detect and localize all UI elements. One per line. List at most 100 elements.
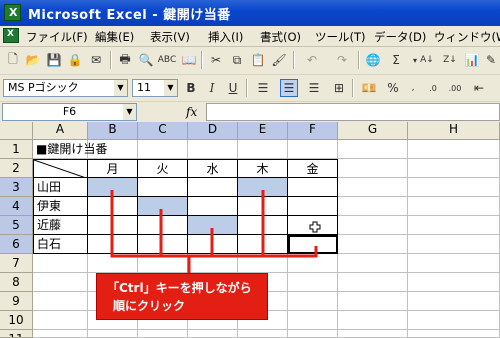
grid-cell[interactable] xyxy=(408,197,500,216)
row-header-4[interactable]: 4 xyxy=(0,197,33,216)
cell-f3[interactable] xyxy=(288,178,338,197)
cell-name-ito[interactable]: 伊東 xyxy=(33,197,88,216)
chevron-down-icon[interactable]: ▼ xyxy=(114,80,127,96)
cell-a1-title[interactable]: ■鍵開け当番 xyxy=(33,140,238,159)
underline-button[interactable]: U xyxy=(224,79,242,97)
font-size-select[interactable]: 11 ▼ xyxy=(132,79,178,97)
cell-a2-diagonal[interactable] xyxy=(33,159,88,178)
grid-cell[interactable] xyxy=(288,292,338,311)
grid-cell[interactable] xyxy=(338,140,408,159)
row-header-1[interactable]: 1 xyxy=(0,140,33,159)
column-header-h[interactable]: H xyxy=(408,122,500,140)
decrease-indent-icon[interactable]: ⇤ xyxy=(470,79,488,97)
print-preview-icon[interactable]: 🔍 xyxy=(137,51,155,69)
cell-e4[interactable] xyxy=(238,197,288,216)
align-left-icon[interactable]: ☰ xyxy=(254,79,272,97)
grid-cell[interactable] xyxy=(408,235,500,254)
column-header-c[interactable]: C xyxy=(138,122,188,140)
cell-d5-selected[interactable] xyxy=(188,216,238,235)
grid-cell[interactable] xyxy=(33,311,88,330)
fx-icon[interactable]: fx xyxy=(186,105,197,119)
italic-button[interactable]: I xyxy=(203,79,221,97)
column-header-d[interactable]: D xyxy=(188,122,238,140)
workbook-icon[interactable]: X xyxy=(3,28,19,43)
row-header-8[interactable]: 8 xyxy=(0,273,33,292)
cell-d3[interactable] xyxy=(188,178,238,197)
grid-cell[interactable] xyxy=(288,311,338,330)
chevron-down-icon[interactable]: ▼ xyxy=(164,80,177,96)
grid-cell[interactable] xyxy=(338,311,408,330)
autosum-icon[interactable]: Σ xyxy=(387,51,405,69)
cell-name-yamada[interactable]: 山田 xyxy=(33,178,88,197)
grid-cell[interactable] xyxy=(138,254,188,273)
grid-cell[interactable] xyxy=(408,273,500,292)
grid-cell[interactable] xyxy=(408,216,500,235)
grid-cell[interactable] xyxy=(338,197,408,216)
open-icon[interactable]: 📂 xyxy=(24,51,42,69)
grid-cell[interactable] xyxy=(408,311,500,330)
decrease-decimal-icon[interactable]: .00 xyxy=(446,79,464,97)
grid-cell[interactable] xyxy=(33,292,88,311)
row-header-6[interactable]: 6 xyxy=(0,235,33,254)
grid-cell[interactable] xyxy=(408,292,500,311)
menu-edit[interactable]: 編集(E) xyxy=(95,29,134,45)
grid-cell[interactable] xyxy=(408,178,500,197)
cell-name-kondo[interactable]: 近藤 xyxy=(33,216,88,235)
grid-cell[interactable] xyxy=(338,216,408,235)
grid-cell[interactable] xyxy=(408,254,500,273)
column-header-e[interactable]: E xyxy=(238,122,288,140)
font-name-select[interactable]: MS Pゴシック ▼ xyxy=(3,79,128,97)
undo-icon[interactable]: ↶ xyxy=(303,51,321,69)
row-header-5[interactable]: 5 xyxy=(0,216,33,235)
cell-day-mon[interactable]: 月 xyxy=(88,159,138,178)
format-painter-icon[interactable]: 🖌 xyxy=(270,51,288,69)
grid-cell[interactable] xyxy=(338,273,408,292)
grid-cell[interactable] xyxy=(33,254,88,273)
row-header-2[interactable]: 2 xyxy=(0,159,33,178)
cell-d4[interactable] xyxy=(188,197,238,216)
permission-icon[interactable]: 🔒 xyxy=(66,51,84,69)
cell-day-tue[interactable]: 火 xyxy=(138,159,188,178)
cell-b5[interactable] xyxy=(88,216,138,235)
new-icon[interactable]: 🗋 xyxy=(4,51,22,69)
grid-cell[interactable] xyxy=(288,140,338,159)
cell-e3-selected[interactable] xyxy=(238,178,288,197)
cell-day-thu[interactable]: 木 xyxy=(238,159,288,178)
column-header-a[interactable]: A xyxy=(33,122,88,140)
comma-style-icon[interactable]: , xyxy=(404,79,422,97)
copy-icon[interactable]: ⧉ xyxy=(228,51,246,69)
grid-cell[interactable] xyxy=(338,254,408,273)
menu-view[interactable]: 表示(V) xyxy=(150,29,190,45)
grid-cell[interactable] xyxy=(33,273,88,292)
currency-style-icon[interactable]: 💴 xyxy=(360,79,378,97)
cell-c3[interactable] xyxy=(138,178,188,197)
menu-format[interactable]: 書式(O) xyxy=(260,29,301,45)
grid-cell[interactable] xyxy=(408,140,500,159)
print-icon[interactable]: 🖶 xyxy=(116,51,134,69)
row-header-7[interactable]: 7 xyxy=(0,254,33,273)
grid-cell[interactable] xyxy=(238,254,288,273)
cell-c6[interactable] xyxy=(138,235,188,254)
paste-icon[interactable]: 📋 xyxy=(249,51,267,69)
menu-window[interactable]: ウィンドウ(W) xyxy=(434,29,500,45)
cell-f5[interactable] xyxy=(288,216,338,235)
increase-decimal-icon[interactable]: .0 xyxy=(424,79,442,97)
chevron-down-icon[interactable]: ▼ xyxy=(123,104,136,120)
column-header-b[interactable]: B xyxy=(88,122,138,140)
save-icon[interactable]: 💾 xyxy=(45,51,63,69)
email-icon[interactable]: ✉ xyxy=(87,51,105,69)
menu-data[interactable]: データ(D) xyxy=(374,29,426,45)
cell-c4-selected[interactable] xyxy=(138,197,188,216)
cell-day-wed[interactable]: 水 xyxy=(188,159,238,178)
grid-cell[interactable] xyxy=(408,159,500,178)
cell-b3-selected[interactable] xyxy=(88,178,138,197)
merge-center-icon[interactable]: ⊞ xyxy=(330,79,348,97)
align-center-icon[interactable]: ☰ xyxy=(280,79,298,97)
drawing-icon[interactable]: ✎ xyxy=(482,51,500,69)
name-box[interactable]: F6 ▼ xyxy=(2,103,137,121)
cut-icon[interactable]: ✂ xyxy=(207,51,225,69)
grid-cell[interactable] xyxy=(238,140,288,159)
cell-day-fri[interactable]: 金 xyxy=(288,159,338,178)
column-header-f[interactable]: F xyxy=(288,122,338,140)
sort-ascending-icon[interactable]: A↓ xyxy=(418,51,436,69)
